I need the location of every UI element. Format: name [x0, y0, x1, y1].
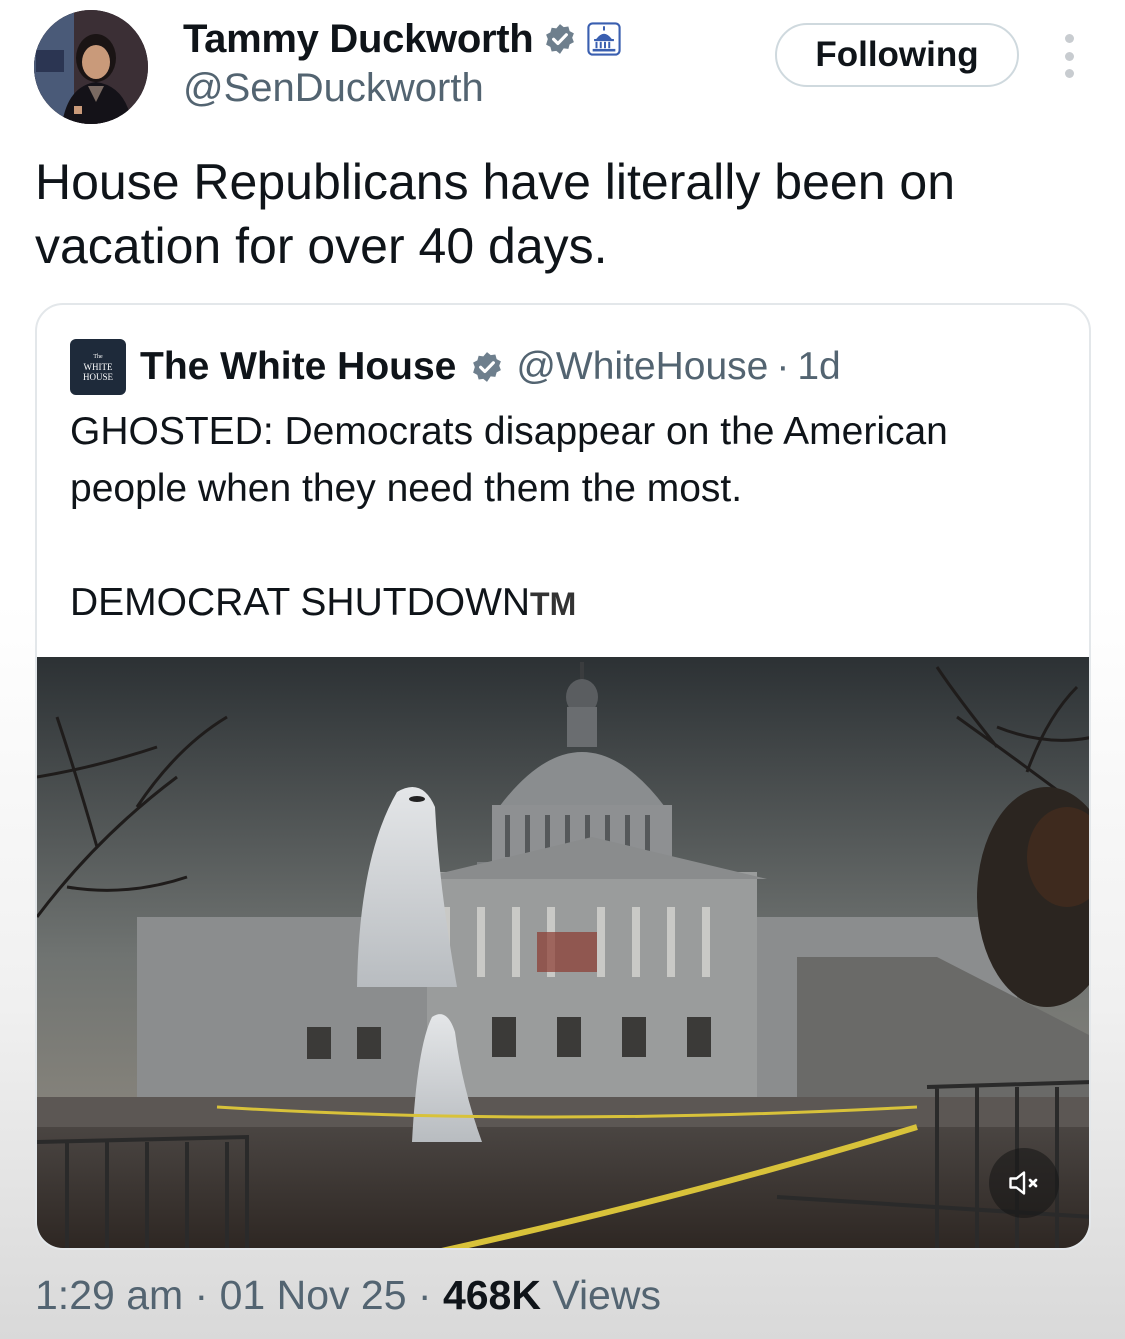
quoted-tweet-text: GHOSTED: Democrats disappear on the Amer… — [70, 403, 1070, 633]
white-house-logo[interactable]: The WHITE HOUSE — [70, 339, 126, 395]
verified-badge-icon — [546, 24, 575, 54]
tweet-time[interactable]: 1:29 am — [35, 1272, 183, 1318]
trademark-text: TM — [530, 586, 577, 622]
more-dot — [1064, 69, 1074, 78]
separator-dot: · — [776, 345, 790, 388]
quoted-tweet-card[interactable]: The WHITE HOUSE The White House @WhiteHo… — [35, 303, 1091, 1250]
more-dot — [1064, 34, 1074, 43]
verified-badge-icon — [473, 352, 502, 382]
tweet-meta: 1:29 am · 01 Nov 25 · 468K Views — [35, 1272, 661, 1319]
more-dot — [1064, 51, 1074, 61]
following-button[interactable]: Following — [775, 23, 1019, 87]
quoted-media-video[interactable] — [37, 657, 1089, 1248]
speaker-muted-glyph — [1009, 1171, 1038, 1195]
tweet-header: Tammy Duckworth @SenDuckworth Following — [0, 0, 1125, 140]
logo-text-line1: WHITE — [83, 362, 113, 372]
capitol-ghosts-image — [37, 657, 1089, 1248]
author-display-name[interactable]: Tammy Duckworth — [183, 17, 534, 62]
quoted-handle[interactable]: @WhiteHouse — [516, 345, 768, 389]
avatar-photo — [34, 10, 148, 124]
more-vertical-icon[interactable] — [1052, 34, 1086, 78]
meta-separator: · — [183, 1272, 220, 1318]
quoted-display-name[interactable]: The White House — [140, 345, 456, 389]
tweet-date[interactable]: 01 Nov 25 — [220, 1272, 407, 1318]
views-label: Views — [540, 1272, 661, 1318]
views-count[interactable]: 468K — [443, 1272, 541, 1318]
quoted-timestamp[interactable]: 1d — [797, 345, 840, 389]
tweet-text: House Republicans have literally been on… — [35, 154, 956, 274]
author-avatar[interactable] — [34, 10, 148, 124]
capitol-affiliate-icon[interactable] — [587, 22, 622, 56]
logo-text-top: The — [93, 354, 103, 360]
author-handle[interactable]: @SenDuckworth — [183, 66, 484, 111]
quoted-paragraph: DEMOCRAT SHUTDOWNTM — [70, 574, 1070, 633]
logo-text-line2: HOUSE — [82, 372, 113, 382]
shutdown-text: DEMOCRAT SHUTDOWN — [70, 581, 531, 624]
meta-separator: · — [406, 1272, 443, 1318]
author-name-row: Tammy Duckworth — [183, 14, 622, 64]
speaker-muted-icon[interactable] — [989, 1148, 1059, 1218]
quoted-tweet-header: The WHITE HOUSE The White House @WhiteHo… — [70, 339, 841, 395]
quoted-paragraph: GHOSTED: Democrats disappear on the Amer… — [70, 410, 948, 510]
